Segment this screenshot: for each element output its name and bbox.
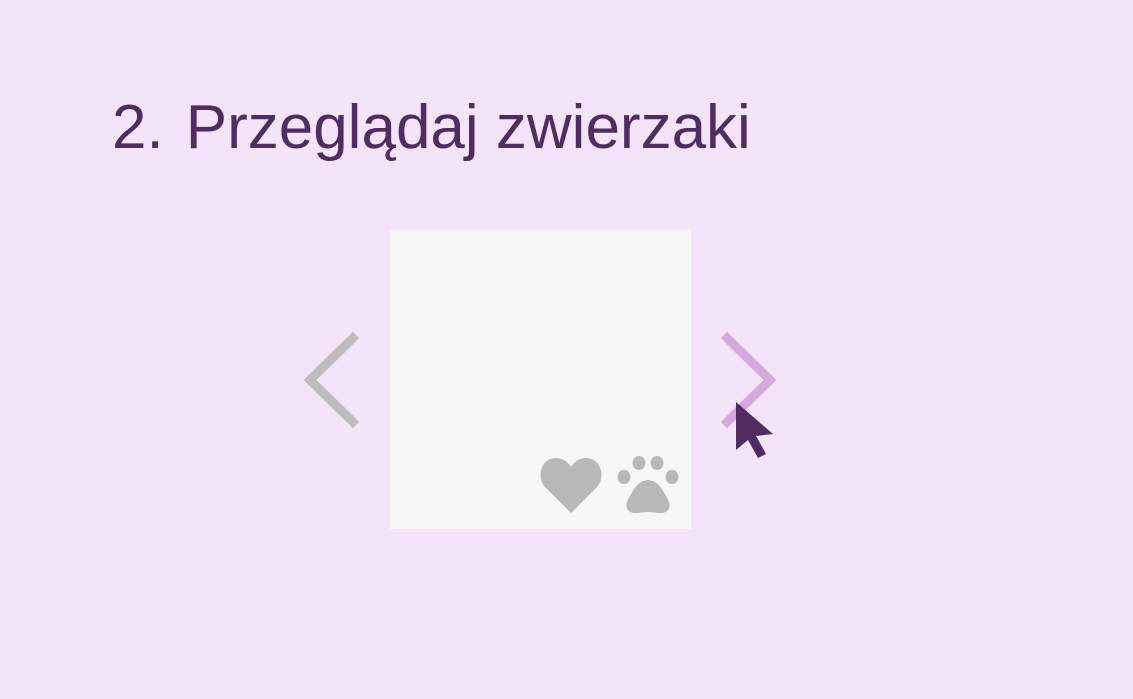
step-number: 2. — [112, 93, 164, 162]
adopt-button[interactable] — [616, 454, 680, 516]
paw-icon — [617, 456, 679, 514]
step-title: 2. Przeglądaj zwierzaki — [112, 90, 751, 166]
chevron-right-icon — [720, 331, 777, 429]
next-pet-button[interactable] — [712, 325, 782, 435]
chevron-left-icon — [303, 331, 360, 429]
pet-card[interactable] — [390, 230, 691, 529]
like-button[interactable] — [539, 455, 603, 515]
step-title-text: Przeglądaj zwierzaki — [185, 93, 751, 162]
heart-icon — [540, 458, 602, 513]
previous-pet-button[interactable] — [298, 325, 368, 435]
